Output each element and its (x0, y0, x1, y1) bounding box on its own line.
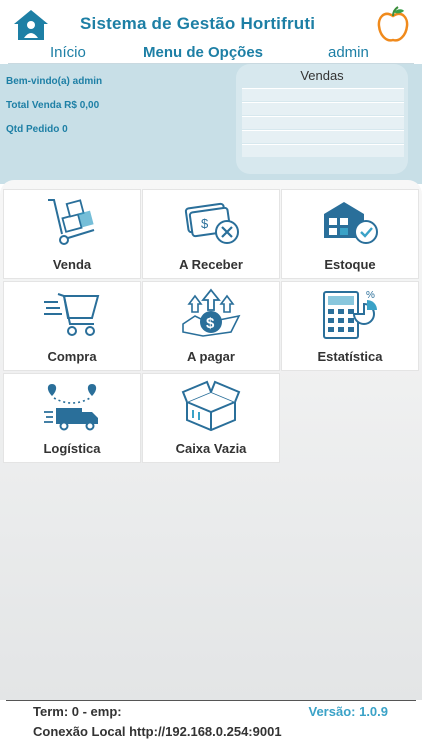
shopping-cart-icon (44, 293, 100, 336)
money-pay-icon: $ (182, 288, 241, 337)
vendas-row (242, 144, 404, 157)
menu-tile-estatistica[interactable]: % Estatística (282, 282, 418, 370)
qtd-pedido-text: Qtd Pedido 0 (6, 124, 68, 135)
money-receive-icon: $ (184, 202, 239, 244)
menu-tile-caixa-vazia[interactable]: Caixa Vazia (143, 374, 279, 462)
warehouse-icon (324, 202, 378, 244)
footer: Term: 0 - emp: Versão: 1.0.9 Conexão Loc… (0, 700, 422, 750)
vendas-row (242, 88, 404, 101)
menu-tile-estoque[interactable]: Estoque (282, 190, 418, 278)
footer-divider (6, 700, 416, 701)
nav-inicio[interactable]: Início (50, 44, 86, 61)
vendas-box: Vendas (236, 64, 408, 174)
vendas-row (242, 130, 404, 143)
menu-label: Estatística (317, 349, 383, 364)
menu-tile-compra[interactable]: Compra (4, 282, 140, 370)
menu-tile-logistica[interactable]: Logística (4, 374, 140, 462)
terminal-info: Term: 0 - emp: (33, 704, 122, 719)
menu-label: Compra (47, 349, 97, 364)
app-title: Sistema de Gestão Hortifruti (80, 14, 316, 33)
menu-tile-venda[interactable]: Venda (4, 190, 140, 278)
menu-label: A pagar (187, 349, 235, 364)
total-venda-text: Total Venda R$ 0,00 (6, 100, 100, 111)
hand-truck-icon (48, 199, 95, 245)
nav-row: Início Menu de Opções admin (0, 42, 422, 64)
empty-box-icon (181, 380, 241, 432)
welcome-text: Bem-vindo(a) admin (6, 76, 103, 87)
svg-text:$: $ (201, 216, 209, 231)
menu-tile-a-receber[interactable]: $ A Receber (143, 190, 279, 278)
menu-label: A Receber (179, 257, 243, 272)
menu-label: Estoque (324, 257, 376, 272)
menu-label: Caixa Vazia (175, 441, 247, 456)
connection-info: Conexão Local http://192.168.0.254:9001 (33, 724, 282, 739)
vendas-title: Vendas (300, 68, 344, 83)
svg-text:%: % (366, 290, 375, 301)
calculator-chart-icon: % (323, 290, 377, 339)
nav-menu-opcoes[interactable]: Menu de Opções (143, 44, 263, 61)
vendas-row (242, 102, 404, 115)
delivery-truck-icon (44, 384, 98, 431)
top-bar: Sistema de Gestão Hortifruti Início Menu… (0, 0, 422, 64)
menu-label: Logística (43, 441, 101, 456)
vendas-row (242, 116, 404, 129)
nav-user[interactable]: admin (328, 44, 369, 61)
menu-panel: Venda $ A Receber Estoque Compra $ A pag… (0, 180, 422, 700)
home-icon[interactable] (12, 8, 50, 42)
menu-tile-a-pagar[interactable]: $ A pagar (143, 282, 279, 370)
fruit-logo-icon (376, 6, 410, 44)
version-text: Versão: 1.0.9 (308, 704, 389, 719)
menu-label: Venda (52, 257, 92, 272)
svg-text:$: $ (206, 315, 215, 332)
